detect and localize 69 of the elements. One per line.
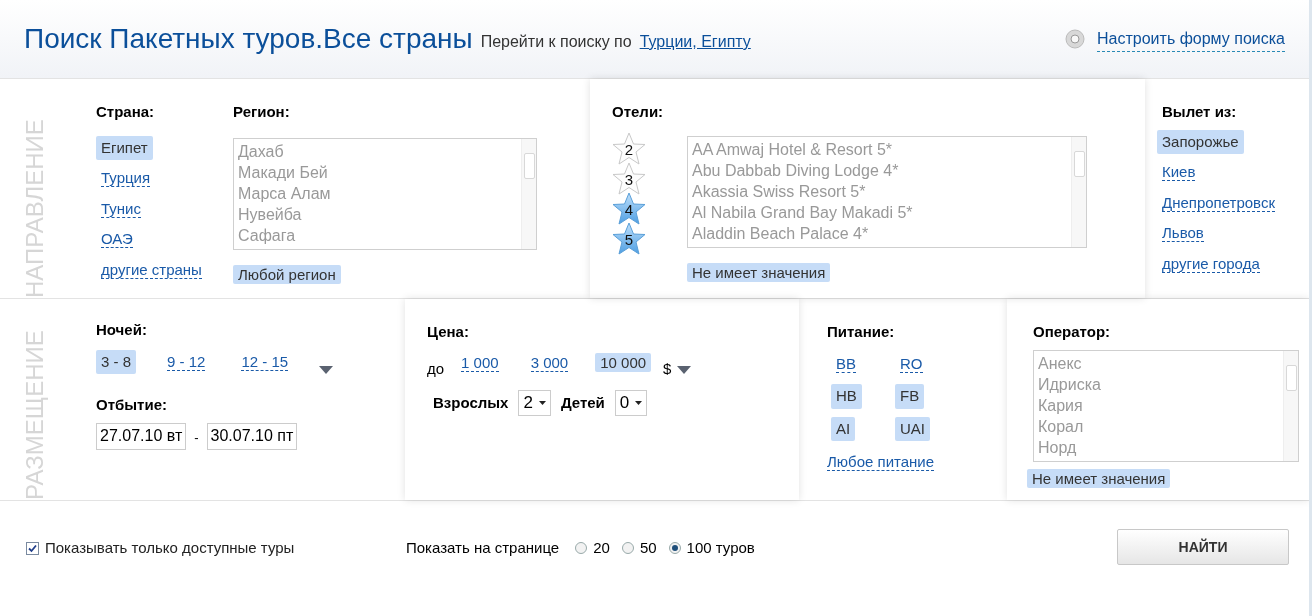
- settings-link[interactable]: Настроить форму поиска: [1097, 26, 1285, 52]
- meal-option[interactable]: AI: [831, 416, 856, 441]
- departure-city-option[interactable]: Запорожье: [1157, 129, 1244, 154]
- price-option[interactable]: 10 000: [595, 352, 652, 372]
- star-filter[interactable]: 3: [612, 161, 646, 196]
- country-heading: Страна:: [96, 102, 156, 122]
- nights-option[interactable]: 12 - 15: [236, 349, 294, 374]
- nights-heading: Ночей:: [96, 320, 148, 340]
- meal-option[interactable]: RO: [895, 351, 928, 376]
- checkbox-label: Показывать только доступные туры: [45, 538, 295, 558]
- caret-icon[interactable]: [538, 401, 546, 405]
- goto-link[interactable]: Турции, Египту: [639, 30, 751, 54]
- country-option[interactable]: ОАЭ: [96, 227, 138, 252]
- meal-option[interactable]: HB: [831, 384, 862, 409]
- price-prefix: до: [427, 358, 445, 379]
- date-field[interactable]: 30.07.10 пт: [206, 422, 298, 450]
- meal-option[interactable]: UAI: [895, 416, 930, 441]
- checkbox[interactable]: [26, 541, 39, 555]
- meal-heading: Питание:: [827, 322, 896, 342]
- children-select[interactable]: 0: [614, 390, 648, 416]
- any-region-option[interactable]: Любой регион: [233, 264, 341, 284]
- any-operator-option[interactable]: Не имеет значения: [1027, 468, 1171, 488]
- operator-heading: Оператор:: [1033, 322, 1112, 342]
- any-meal-option[interactable]: Любое питание: [822, 452, 940, 471]
- caret-icon[interactable]: [635, 401, 643, 405]
- price-option[interactable]: 3 000: [525, 352, 574, 372]
- scrollbar[interactable]: [1071, 136, 1086, 247]
- country-option[interactable]: Турция: [96, 166, 156, 191]
- per-page-label: Показать на странице: [406, 538, 560, 558]
- departure-city-option[interactable]: Львов: [1157, 221, 1209, 246]
- meal-option[interactable]: BB: [831, 351, 861, 376]
- caret-icon[interactable]: [319, 365, 334, 374]
- price-option[interactable]: 1 000: [456, 352, 504, 372]
- price-heading: Цена:: [427, 322, 470, 342]
- region-heading: Регион:: [233, 102, 291, 122]
- date-field[interactable]: 27.07.10 вт: [96, 422, 187, 450]
- departure-date-heading: Отбытие:: [96, 395, 168, 415]
- search-button[interactable]: НАЙТИ: [1117, 529, 1289, 565]
- currency-label: $: [663, 358, 672, 379]
- country-option[interactable]: Египет: [96, 135, 153, 160]
- nights-option[interactable]: 3 - 8: [96, 349, 136, 374]
- goto-label: Перейти к поиску по: [480, 32, 632, 52]
- scrollbar[interactable]: [521, 138, 536, 249]
- hotels-heading: Отели:: [612, 102, 665, 122]
- star-filter[interactable]: 2: [612, 131, 646, 166]
- country-option[interactable]: Тунис: [96, 196, 146, 221]
- children-label: Детей: [560, 392, 605, 413]
- radio-button[interactable]: [668, 542, 681, 555]
- meal-option[interactable]: FB: [895, 384, 925, 409]
- date-separator: -: [194, 429, 199, 448]
- departure-city-option[interactable]: Киев: [1157, 160, 1201, 185]
- radio-label: 100 туров: [686, 538, 755, 558]
- any-hotel-option[interactable]: Не имеет значения: [687, 262, 831, 282]
- radio-button[interactable]: [621, 542, 634, 555]
- departure-city-option[interactable]: другие города: [1157, 251, 1265, 276]
- radio-button[interactable]: [575, 542, 588, 555]
- nights-option[interactable]: 9 - 12: [162, 349, 211, 374]
- adults-select[interactable]: 2: [518, 390, 551, 416]
- departure-heading: Вылет из:: [1162, 102, 1238, 122]
- star-filter[interactable]: 5: [612, 221, 646, 256]
- caret-icon[interactable]: [677, 365, 692, 374]
- radio-label: 20: [593, 538, 610, 558]
- page-title: Поиск Пакетных туров.Все страны: [24, 22, 473, 56]
- radio-label: 50: [639, 538, 657, 558]
- departure-city-option[interactable]: Днепропетровск: [1157, 190, 1280, 215]
- star-filter[interactable]: 4: [612, 191, 646, 226]
- scrollbar[interactable]: [1283, 350, 1298, 461]
- adults-label: Взрослых: [433, 392, 509, 413]
- country-option[interactable]: другие страны: [96, 257, 207, 282]
